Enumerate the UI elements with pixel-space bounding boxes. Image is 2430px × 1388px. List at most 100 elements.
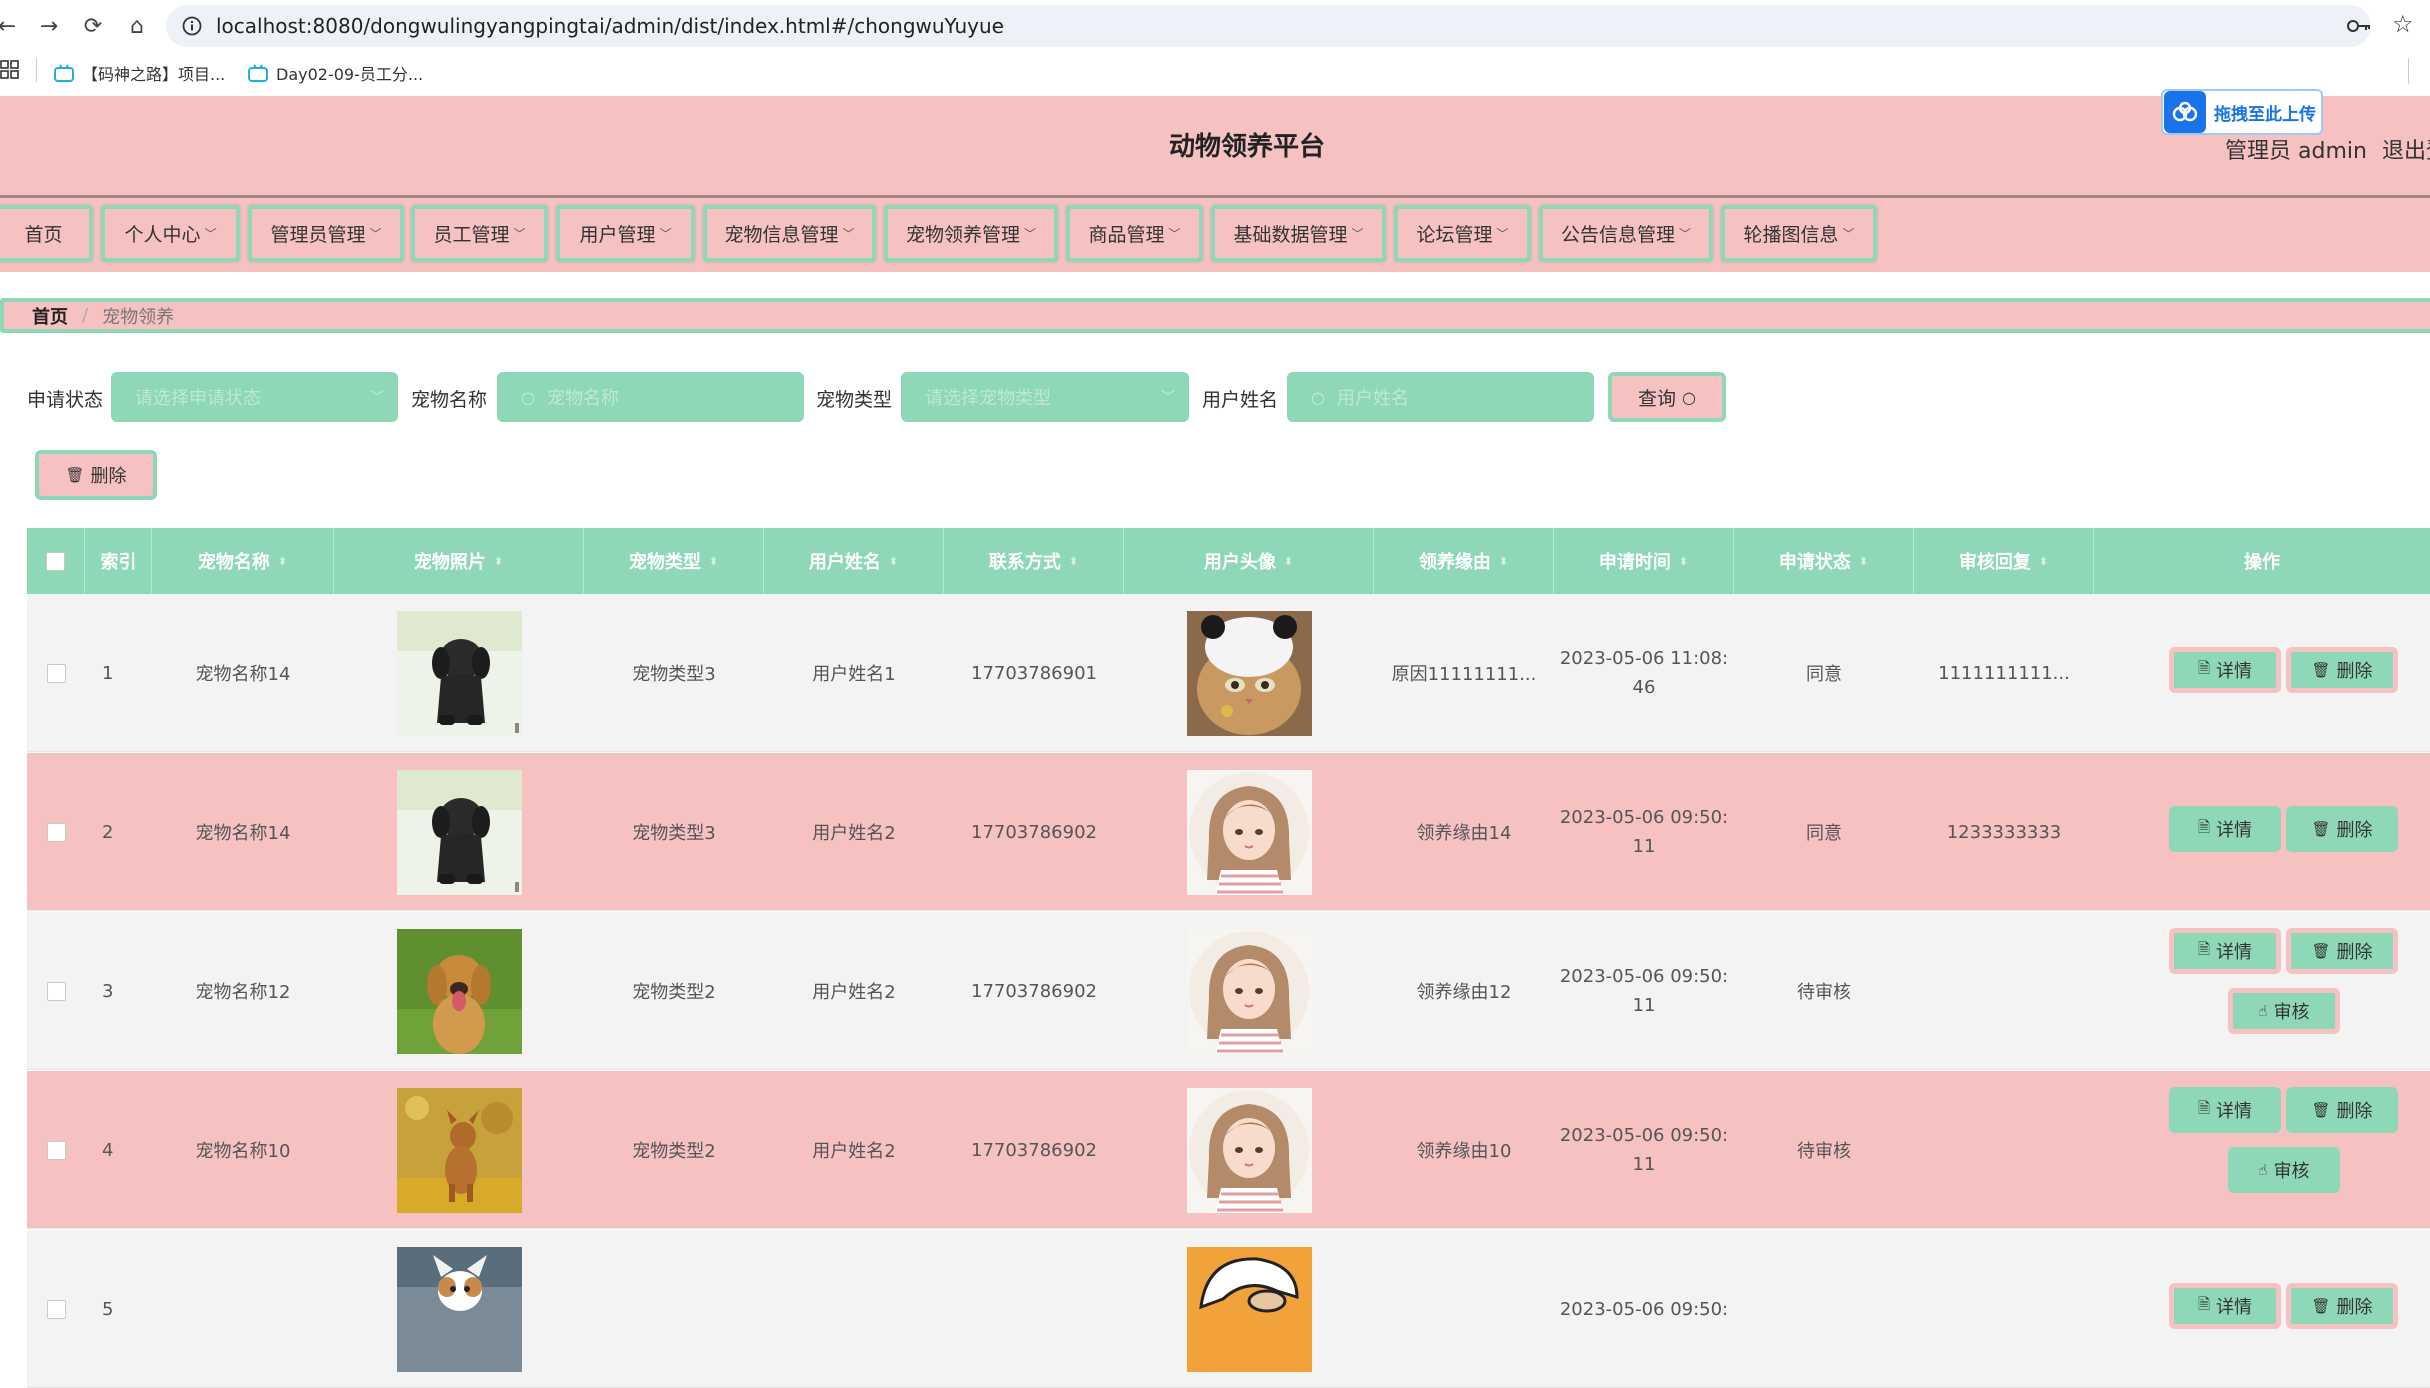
search-icon: ○ [1682, 387, 1696, 407]
detail-icon: 🗎 [2197, 1294, 2211, 1313]
column-header[interactable]: 宠物照片 ⬍ [334, 528, 584, 594]
row-checkbox[interactable] [46, 1299, 66, 1319]
column-header[interactable]: 申请时间 ⬍ [1554, 528, 1734, 594]
review-icon: ☝ [2258, 1002, 2268, 1020]
pet-photo[interactable] [396, 1246, 522, 1372]
select-all-checkbox[interactable] [46, 551, 65, 571]
reply-cell [1914, 1071, 2094, 1229]
menu-item-notice-mgmt[interactable]: 公告信息管理 ﹀ [1539, 205, 1713, 262]
url-text: localhost:8080/dongwulingyangpingtai/adm… [216, 14, 1004, 38]
user-name-cell: 用户姓名2 [812, 1141, 896, 1162]
user-avatar[interactable] [1186, 928, 1312, 1054]
review-button[interactable]: ☝ 审核 [2228, 1147, 2340, 1193]
menu-item-carousel-info[interactable]: 轮播图信息 ﹀ [1721, 205, 1877, 262]
detail-button[interactable]: 🗎 详情 [2169, 806, 2281, 852]
query-label: 查询 [1638, 387, 1677, 410]
status-filter-select[interactable]: 请选择申请状态 ﹀ [111, 372, 398, 422]
row-checkbox-cell [27, 594, 85, 752]
sort-icon[interactable]: ⬍ [1499, 556, 1508, 567]
delete-button[interactable]: 🗑 删除 [2286, 1283, 2398, 1329]
sort-icon[interactable]: ⬍ [494, 556, 503, 567]
cloud-upload-icon [2164, 91, 2206, 133]
key-icon[interactable] [2346, 14, 2372, 38]
bulk-delete-button[interactable]: 🗑 删除 [35, 450, 157, 500]
delete-button[interactable]: 🗑 删除 [2286, 1087, 2398, 1133]
column-header[interactable]: 用户头像 ⬍ [1124, 528, 1374, 594]
back-icon[interactable]: ← [0, 13, 20, 39]
delete-button[interactable]: 🗑 删除 [2286, 928, 2398, 974]
user-avatar[interactable] [1186, 1087, 1312, 1213]
user-avatar[interactable] [1186, 610, 1312, 736]
trash-icon: 🗑 [65, 466, 85, 484]
pet-type-select[interactable]: 请选择宠物类型 ﹀ [901, 372, 1189, 422]
menu-item-personal-center[interactable]: 个人中心 ﹀ [101, 205, 240, 262]
pet-name-cell: 宠物名称10 [195, 1141, 291, 1162]
column-header[interactable]: 审核回复 ⬍ [1914, 528, 2094, 594]
user-avatar[interactable] [1186, 769, 1312, 895]
pet-photo[interactable] [396, 769, 522, 895]
sort-icon[interactable]: ⬍ [1284, 556, 1293, 567]
column-header[interactable]: 领养缘由 ⬍ [1374, 528, 1554, 594]
menu-item-admin-mgmt[interactable]: 管理员管理 ﹀ [248, 205, 404, 262]
reload-icon[interactable]: ⟳ [80, 13, 106, 39]
user-name-label: 用户姓名 [1202, 389, 1279, 411]
column-header[interactable]: 用户姓名 ⬍ [764, 528, 944, 594]
sort-icon[interactable]: ⬍ [1069, 556, 1078, 567]
menu-item-staff-mgmt[interactable]: 员工管理 ﹀ [411, 205, 548, 262]
apply-time-line: 2023-05-06 09:50: [1559, 807, 1729, 828]
bookmark-star-icon[interactable]: ☆ [2392, 10, 2414, 38]
delete-button[interactable]: 🗑 删除 [2286, 647, 2398, 693]
detail-button[interactable]: 🗎 详情 [2169, 1087, 2281, 1133]
chevron-down-icon: ﹀ [1679, 227, 1692, 241]
menu-item-home[interactable]: 首页 [0, 205, 93, 262]
menu-item-pet-info-mgmt[interactable]: 宠物信息管理 ﹀ [703, 205, 876, 262]
pet-photo[interactable] [396, 610, 522, 736]
select-all-cell [27, 528, 85, 594]
pet-photo-cell [334, 753, 584, 911]
row-checkbox[interactable] [46, 981, 66, 1001]
sort-icon[interactable]: ⬍ [1679, 556, 1688, 567]
sort-icon[interactable]: ⬍ [2039, 556, 2048, 567]
pet-photo[interactable] [396, 928, 522, 1054]
bookmark-item-2[interactable]: Day02-09-员工分... [248, 60, 423, 86]
breadcrumb-home[interactable]: 首页 [32, 303, 68, 329]
pet-name-input[interactable]: ○ 宠物名称 [497, 372, 804, 422]
sort-icon[interactable]: ⬍ [709, 556, 718, 567]
menu-label: 商品管理 [1088, 224, 1165, 246]
chevron-down-icon: ﹀ [1351, 227, 1364, 241]
user-avatar[interactable] [1186, 1246, 1312, 1372]
menu-item-goods-mgmt[interactable]: 商品管理 ﹀ [1066, 205, 1203, 262]
sort-icon[interactable]: ⬍ [278, 556, 287, 567]
detail-button[interactable]: 🗎 详情 [2169, 1283, 2281, 1329]
apps-grid-icon[interactable] [0, 60, 20, 84]
menu-item-user-mgmt[interactable]: 用户管理 ﹀ [556, 205, 695, 262]
menu-item-pet-adoption-mgmt[interactable]: 宠物领养管理 ﹀ [884, 205, 1058, 262]
sort-icon[interactable]: ⬍ [1859, 556, 1868, 567]
sort-icon[interactable]: ⬍ [889, 556, 898, 567]
logout-link[interactable]: 退出登 [2382, 133, 2430, 165]
address-bar[interactable]: localhost:8080/dongwulingyangpingtai/adm… [166, 5, 2371, 47]
review-button[interactable]: ☝ 审核 [2228, 988, 2340, 1034]
user-avatar-cell [1124, 1230, 1374, 1388]
forward-icon[interactable]: → [36, 13, 62, 39]
row-checkbox[interactable] [46, 1140, 66, 1160]
row-checkbox[interactable] [46, 822, 66, 842]
column-header[interactable]: 宠物名称 ⬍ [152, 528, 334, 594]
detail-button[interactable]: 🗎 详情 [2169, 647, 2281, 693]
delete-button[interactable]: 🗑 删除 [2286, 806, 2398, 852]
home-icon[interactable]: ⌂ [124, 13, 150, 39]
upload-widget[interactable]: 拖拽至此上传 [2161, 89, 2323, 135]
column-header[interactable]: 申请状态 ⬍ [1734, 528, 1914, 594]
pet-photo[interactable] [396, 1087, 522, 1213]
column-header[interactable]: 宠物类型 ⬍ [584, 528, 764, 594]
menu-item-forum-mgmt[interactable]: 论坛管理 ﹀ [1394, 205, 1531, 262]
bookmark-item-1[interactable]: 【码神之路】项目... [54, 60, 225, 86]
menu-label: 用户管理 [579, 224, 656, 246]
detail-button[interactable]: 🗎 详情 [2169, 928, 2281, 974]
user-name-input[interactable]: ○ 用户姓名 [1287, 372, 1594, 422]
column-header[interactable]: 联系方式 ⬍ [944, 528, 1124, 594]
query-button[interactable]: 查询 ○ [1608, 372, 1726, 422]
menu-item-base-data-mgmt[interactable]: 基础数据管理 ﹀ [1211, 205, 1386, 262]
row-checkbox[interactable] [46, 663, 66, 683]
site-info-icon[interactable] [182, 16, 202, 36]
